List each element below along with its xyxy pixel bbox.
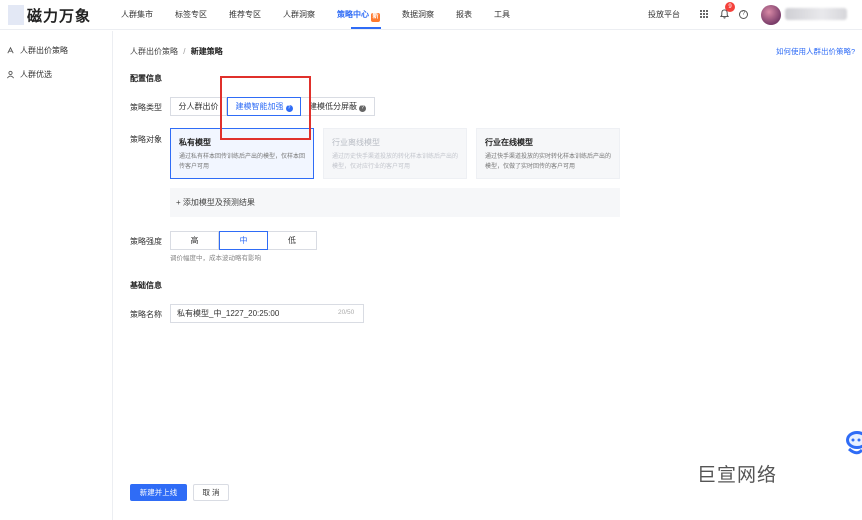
bid-strategy-icon [7,46,14,54]
model-card-title: 行业在线模型 [485,138,533,147]
strategy-name-char-count: 20/50 [338,309,355,316]
help-link[interactable]: 如何使用人群出价策略? [776,46,855,57]
apps-grid-icon[interactable] [700,10,708,18]
strategy-target-label: 策略对象 [130,135,162,144]
breadcrumb-parent[interactable]: 人群出价策略 [130,47,178,56]
add-model-button[interactable]: + 添加模型及预测结果 [170,188,620,217]
nav-item-strategy-center-label: 策略中心 [337,10,369,19]
top-navigation-bar: 磁力万象 人群集市 标签专区 推荐专区 人群洞察 策略中心新 数据洞察 报表 工… [0,0,862,30]
option-label: 高 [190,236,199,245]
nav-item-strategy-center[interactable]: 策略中心新 [337,9,380,22]
logo[interactable]: 磁力万象 [8,5,91,25]
help-icon[interactable]: ? [739,10,748,19]
new-badge: 新 [371,13,380,22]
watermark-text: 巨宣网络 [697,464,778,486]
option-label: 分人群出价 [178,102,219,111]
breadcrumb: 人群出价策略 / 新建策略 [130,46,223,57]
nav-item-tag-zone[interactable]: 标签专区 [175,9,207,20]
logo-mark-icon [8,5,24,25]
model-card-title: 行业离线模型 [332,138,380,147]
strategy-name-input[interactable]: 私有模型_中_1227_20:25:00 [170,304,364,323]
sidebar: 人群出价策略 人群优选 [0,31,113,520]
model-card-industry-offline: 行业离线模型 通过历史快手渠道投放的转化样本训练后产出的模型，仅对应行业的客户可… [323,128,467,179]
nav-item-crowd-market[interactable]: 人群集市 [121,9,153,20]
sidebar-item-label: 人群优选 [20,70,52,79]
strategy-type-label: 策略类型 [130,103,162,112]
cancel-button[interactable]: 取 消 [193,484,229,501]
model-card-industry-online[interactable]: 行业在线模型 通过快手渠道投放的实时转化样本训练后产出的模型，仅做了实时回传的客… [476,128,620,179]
breadcrumb-current: 新建策略 [190,47,223,56]
nav-item-recommend-zone[interactable]: 推荐专区 [229,9,261,20]
model-card-description: 通过快手渠道投放的实时转化样本训练后产出的模型，仅做了实时回传的客户可用 [485,154,612,170]
strategy-name-label: 策略名称 [130,310,162,319]
sidebar-item-bid-strategy[interactable]: 人群出价策略 [6,45,68,56]
nav-item-tools[interactable]: 工具 [494,9,510,20]
assistant-robot-icon[interactable] [843,428,862,458]
config-section-title: 配置信息 [130,74,162,83]
ad-platform-link[interactable]: 投放平台 [648,9,680,20]
annotation-highlight-box [220,76,311,140]
basic-section-title: 基础信息 [130,281,162,290]
nav-item-data-insight[interactable]: 数据洞察 [402,9,434,20]
user-name-redacted[interactable] [785,8,847,20]
logo-text: 磁力万象 [27,7,92,25]
option-label: 低 [288,236,296,245]
strategy-type-option-low-score-block[interactable]: 建模低分屏蔽? [301,97,375,116]
option-label: 中 [239,236,248,245]
avatar[interactable] [761,5,781,25]
strength-hint: 调价幅度中，成本波动略有影响 [170,255,261,262]
nav-item-crowd-insight[interactable]: 人群洞察 [283,9,315,20]
breadcrumb-separator: / [183,47,186,56]
sidebar-item-audience-optimize[interactable]: 人群优选 [6,69,52,80]
active-nav-indicator [351,27,381,29]
nav-item-reports[interactable]: 报表 [456,9,472,20]
create-and-launch-button[interactable]: 新建并上线 [130,484,187,501]
strength-option-low[interactable]: 低 [268,231,317,250]
audience-icon [6,70,15,79]
sidebar-item-label: 人群出价策略 [20,46,68,55]
option-label: 建模低分屏蔽 [309,102,357,111]
info-icon[interactable]: ? [359,105,366,112]
model-card-description: 通过私有样本回传训练后产出的模型，仅样本回传客户可用 [179,154,306,170]
notification-count-badge: 9 [725,2,735,12]
strength-option-high[interactable]: 高 [170,231,219,250]
model-card-description: 通过历史快手渠道投放的转化样本训练后产出的模型，仅对应行业的客户可用 [332,154,459,170]
strategy-strength-label: 策略强度 [130,237,162,246]
strategy-type-option-group-bid[interactable]: 分人群出价 [170,97,227,116]
strength-option-medium[interactable]: 中 [219,231,268,250]
